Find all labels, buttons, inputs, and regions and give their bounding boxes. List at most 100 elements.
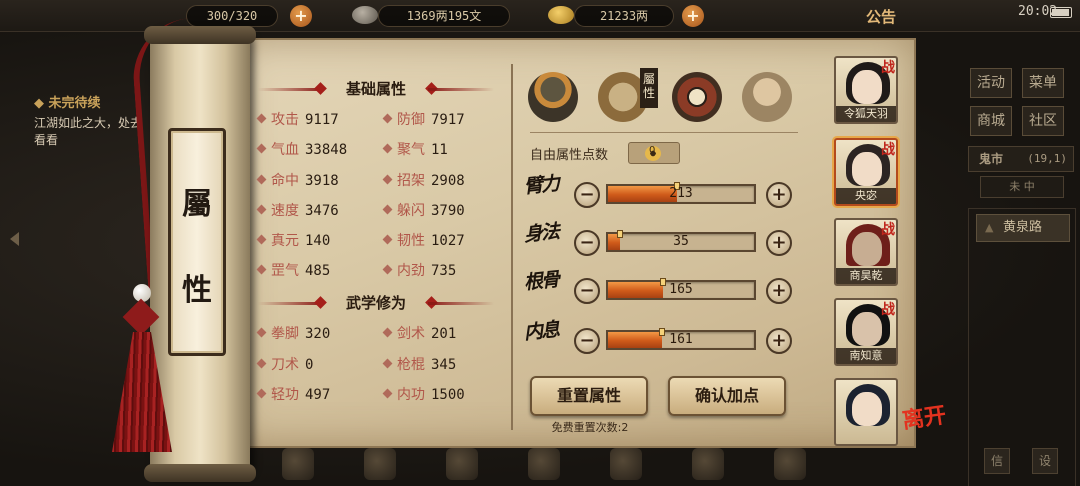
map-chip[interactable]: 未 中	[980, 176, 1064, 198]
community-button[interactable]: 社区	[1022, 106, 1064, 136]
character-portrait[interactable]: 战 商昊乾	[834, 218, 898, 286]
menu-button[interactable]: 菜单	[1022, 68, 1064, 98]
quest-tracker[interactable]: ◆ 未完待续 江湖如此之大，处去看看	[34, 92, 144, 149]
leave-button[interactable]: 离开	[901, 402, 951, 457]
dock-icon[interactable]	[446, 448, 478, 480]
battle-badge: 战	[881, 222, 895, 238]
mail-button[interactable]: 信	[984, 448, 1010, 474]
gold-ingot-icon	[548, 6, 574, 24]
scroll-title-char: 屬	[182, 187, 212, 222]
stat-attack: 攻击 9117	[256, 109, 339, 131]
stat-gangqi: 罡气 485	[256, 260, 330, 282]
notice-button[interactable]: 公告	[866, 6, 896, 27]
attr-row-agility: 身法 − 35 +	[523, 221, 800, 262]
attr-value: 161	[669, 332, 693, 347]
strength-bar: 213	[606, 182, 756, 204]
increase-agility-button[interactable]: +	[766, 230, 792, 256]
dock-icon[interactable]	[692, 448, 724, 480]
dock-icon[interactable]	[610, 448, 642, 480]
quest-description: 江湖如此之大，处去看看	[34, 116, 143, 147]
location-display: 鬼市 (19,1)	[968, 146, 1074, 172]
dock-icon[interactable]	[774, 448, 806, 480]
face	[852, 312, 882, 346]
increase-breath-button[interactable]: +	[766, 328, 792, 354]
stat-dodge: 躲闪 3790	[382, 200, 465, 222]
decrease-strength-button[interactable]: −	[574, 182, 600, 208]
bottom-dock	[200, 444, 820, 486]
face	[852, 70, 882, 104]
battle-badge: 战	[881, 142, 895, 158]
settings-button[interactable]: 设	[1032, 448, 1058, 474]
increase-strength-button[interactable]: +	[766, 182, 792, 208]
collapse-left-arrow-icon[interactable]	[10, 232, 19, 246]
bagua-tab-icon[interactable]	[672, 72, 722, 122]
silver-value: 1369两195文	[406, 9, 482, 23]
breath-bar: 161	[606, 328, 756, 350]
decrease-constitution-button[interactable]: −	[574, 278, 600, 304]
character-name: 商昊乾	[836, 268, 896, 284]
face	[852, 232, 882, 266]
base-attributes-header: 基础属性	[258, 78, 494, 100]
shop-button[interactable]: 商城	[970, 106, 1012, 136]
equipment-hat-tab-icon[interactable]	[528, 72, 578, 122]
stat-gather: 聚气 11	[382, 139, 448, 161]
decrease-breath-button[interactable]: −	[574, 328, 600, 354]
dock-icon[interactable]	[282, 448, 314, 480]
stat-hp: 气血 33848	[256, 139, 347, 161]
stat-spear: 枪棍 345	[382, 354, 456, 376]
confirm-points-button[interactable]: 确认加点	[668, 376, 786, 416]
character-portrait[interactable]: 战 令狐天羽	[834, 56, 898, 124]
free-points-box: 0	[628, 142, 680, 164]
scroll-title-plaque: 屬 性	[168, 128, 226, 356]
attr-row-strength: 臂力 − 213 +	[523, 173, 800, 214]
activity-button[interactable]: 活动	[970, 68, 1012, 98]
panel-divider	[511, 64, 513, 430]
add-stamina-button[interactable]: +	[290, 5, 312, 27]
face	[852, 392, 882, 426]
stat-hit: 命中 3918	[256, 170, 339, 192]
quest-title: ◆ 未完待续	[34, 96, 101, 111]
stat-defense: 防御 7917	[382, 109, 465, 131]
free-points-label: 自由属性点数	[530, 148, 609, 163]
add-gold-button[interactable]: +	[682, 5, 704, 27]
stat-true-energy: 真元 140	[256, 230, 330, 252]
agility-bar: 35	[606, 230, 756, 252]
stat-inner-force: 内劲 735	[382, 260, 456, 282]
increase-constitution-button[interactable]: +	[766, 278, 792, 304]
attr-label: 身法	[522, 220, 560, 247]
tab-separator	[530, 132, 798, 133]
face	[852, 152, 882, 186]
road-button[interactable]: 黄泉路	[976, 214, 1070, 242]
gold-value: 21233两	[599, 9, 649, 23]
stat-lightness: 轻功 497	[256, 384, 330, 406]
dock-icon[interactable]	[364, 448, 396, 480]
battery-icon	[1050, 7, 1072, 18]
free-reset-count: 免费重置次数:2	[551, 421, 629, 434]
attr-row-breath: 内息 − 161 +	[523, 319, 800, 360]
attr-label: 臂力	[522, 172, 560, 199]
stamina-display: 300/320	[186, 5, 278, 27]
silver-coin-icon	[352, 6, 378, 24]
character-portrait[interactable]	[834, 378, 898, 446]
attr-value: 165	[669, 282, 693, 297]
scroll-title-char: 性	[182, 273, 212, 308]
decrease-agility-button[interactable]: −	[574, 230, 600, 256]
attr-label: 内息	[522, 318, 560, 345]
stat-parry: 招架 2908	[382, 170, 465, 192]
character-name: 央宓	[836, 188, 896, 204]
meridian-body-tab-icon[interactable]	[742, 72, 792, 122]
battle-badge: 战	[881, 302, 895, 318]
active-tab-badge: 屬性	[640, 68, 658, 108]
attr-value: 35	[673, 234, 689, 249]
character-portrait-selected[interactable]: 战 央宓	[834, 138, 898, 206]
stat-fist: 拳脚 320	[256, 323, 330, 345]
gold-display: 21233两	[574, 5, 674, 27]
character-portrait[interactable]: 战 南知意	[834, 298, 898, 366]
character-name: 令狐天羽	[836, 106, 896, 122]
location-coordinates: (19,1)	[1027, 152, 1067, 165]
free-points-value: 0	[649, 145, 656, 156]
stat-speed: 速度 3476	[256, 200, 339, 222]
attr-row-constitution: 根骨 − 165 +	[523, 269, 800, 310]
dock-icon[interactable]	[528, 448, 560, 480]
reset-attributes-button[interactable]: 重置属性	[530, 376, 648, 416]
